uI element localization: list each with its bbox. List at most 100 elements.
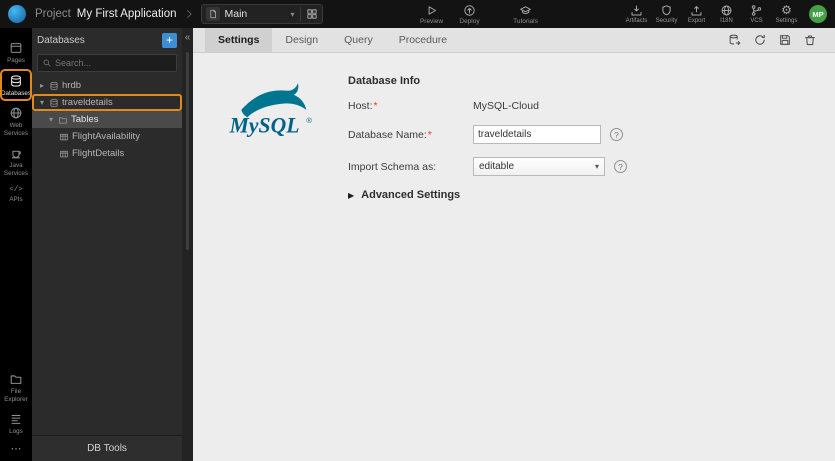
tab-actions — [728, 28, 835, 52]
topbar-actions: Preview Deploy Tutorials — [414, 4, 544, 25]
export-db-icon[interactable] — [728, 33, 742, 47]
topbar-tools: Artifacts Security Export I18N VCS ⚙ Set… — [623, 4, 827, 24]
collapse-panel-icon[interactable]: « — [182, 33, 193, 43]
shield-icon — [660, 4, 673, 17]
database-icon — [9, 74, 23, 88]
i18n-button[interactable]: I18N — [713, 4, 740, 24]
import-schema-label: Import Schema as: — [348, 160, 437, 173]
section-heading: Database Info — [348, 75, 421, 87]
help-icon[interactable]: ? — [610, 128, 623, 141]
svg-text:®: ® — [306, 116, 312, 125]
tabbar: Settings Design Query Procedure — [193, 28, 835, 53]
caret-down-icon[interactable]: ▾ — [47, 115, 55, 124]
advanced-settings-label: Advanced Settings — [361, 189, 461, 201]
scrollbar-thumb[interactable] — [186, 52, 189, 250]
panel-header: Databases + — [32, 28, 182, 53]
page-icon — [205, 7, 220, 21]
host-row: Host:* MySQL-Cloud — [348, 100, 627, 112]
save-icon[interactable] — [778, 33, 792, 47]
rail-item-pages[interactable]: Pages — [0, 36, 32, 69]
main-content: Settings Design Query Procedure MySQL ® — [193, 28, 835, 461]
tab-query[interactable]: Query — [331, 28, 386, 52]
database-settings-editor: MySQL ® Database Info Host:* MySQL-Cloud… — [193, 53, 835, 461]
caret-right-icon: ▶ — [348, 190, 355, 200]
deploy-button[interactable]: Deploy — [452, 4, 488, 25]
database-search[interactable] — [37, 54, 177, 72]
tab-procedure[interactable]: Procedure — [386, 28, 460, 52]
play-icon — [425, 4, 438, 17]
tree-item-tables[interactable]: ▾ Tables — [32, 111, 182, 128]
branch-icon — [750, 4, 763, 17]
rail-item-apis[interactable]: </> APIs — [0, 181, 32, 208]
list-icon — [9, 412, 23, 426]
chevron-down-icon: ▾ — [290, 9, 295, 19]
export-icon — [690, 4, 703, 17]
mysql-logo: MySQL ® — [229, 83, 312, 137]
svg-text:MySQL: MySQL — [229, 113, 300, 137]
tree-item-label: traveldetails — [62, 97, 113, 108]
rail-item-databases[interactable]: Databases — [0, 68, 32, 102]
page-selector[interactable]: Main ▾ — [200, 4, 323, 24]
security-button[interactable]: Security — [653, 4, 680, 24]
pages-grid-icon[interactable] — [306, 8, 318, 20]
database-name-label: Database Name:* — [348, 128, 432, 141]
code-icon: </> — [9, 186, 23, 195]
host-value: MySQL-Cloud — [473, 100, 539, 112]
caret-down-icon[interactable]: ▾ — [38, 98, 46, 107]
tab-design[interactable]: Design — [272, 28, 331, 52]
panel-title: Databases — [37, 35, 85, 46]
reimport-db-icon[interactable] — [753, 33, 767, 47]
export-button[interactable]: Export — [683, 4, 710, 24]
gear-icon: ⚙ — [781, 3, 792, 17]
tree-item-hrdb[interactable]: ▸ hrdb — [32, 77, 182, 94]
coffee-cup-icon — [9, 146, 23, 160]
body: Pages Databases Web Services Java Servic… — [0, 28, 835, 461]
rail-item-logs[interactable]: Logs — [0, 407, 32, 440]
table-icon — [59, 149, 69, 159]
tutorials-icon — [519, 4, 532, 17]
settings-button[interactable]: ⚙ Settings — [773, 3, 800, 25]
database-name-input[interactable] — [473, 125, 601, 144]
artifacts-button[interactable]: Artifacts — [623, 4, 650, 24]
more-icon[interactable]: ⋯ — [11, 440, 22, 461]
advanced-settings-toggle[interactable]: ▶ Advanced Settings — [348, 189, 627, 201]
project-name: My First Application — [76, 8, 177, 20]
database-icon — [49, 98, 59, 108]
search-icon — [42, 58, 52, 68]
globe-icon — [720, 4, 733, 17]
delete-icon[interactable] — [803, 33, 817, 47]
vcs-button[interactable]: VCS — [743, 4, 770, 24]
import-schema-select[interactable]: editable ▾ — [473, 157, 605, 176]
database-name-row: Database Name:* ? — [348, 125, 627, 144]
preview-button[interactable]: Preview — [414, 4, 450, 25]
tree-item-label: Tables — [71, 114, 99, 125]
chevron-down-icon: ▾ — [594, 162, 599, 171]
table-icon — [59, 132, 69, 142]
rail-item-java-services[interactable]: Java Services — [0, 141, 32, 181]
db-tools-button[interactable]: DB Tools — [32, 435, 182, 461]
panel-collapse-strip: « — [182, 28, 193, 461]
tree-item-flightavailability[interactable]: FlightAvailability — [32, 128, 182, 145]
database-info-form: Database Info Host:* MySQL-Cloud Databas… — [348, 71, 627, 461]
app-logo-icon[interactable] — [8, 5, 26, 23]
tutorials-button[interactable]: Tutorials — [508, 4, 544, 25]
rail-item-file-explorer[interactable]: File Explorer — [0, 367, 32, 407]
tree-item-traveldetails[interactable]: ▾ traveldetails — [32, 94, 182, 111]
required-asterisk: * — [427, 128, 432, 141]
rail-item-web-services[interactable]: Web Services — [0, 101, 32, 141]
tree-item-label: FlightDetails — [72, 148, 125, 159]
caret-right-icon[interactable]: ▸ — [38, 81, 46, 90]
search-input[interactable] — [55, 58, 172, 68]
folder-icon — [9, 372, 23, 386]
tree-item-flightdetails[interactable]: FlightDetails — [32, 145, 182, 162]
user-avatar[interactable]: MP — [809, 5, 827, 23]
topbar: Project My First Application Main ▾ Prev… — [0, 0, 835, 28]
database-icon — [49, 81, 59, 91]
add-database-button[interactable]: + — [162, 33, 177, 48]
artifacts-icon — [630, 4, 643, 17]
selected-option: editable — [479, 161, 515, 172]
help-icon[interactable]: ? — [614, 160, 627, 173]
db-vendor-logo-col: MySQL ® — [218, 71, 328, 461]
tab-settings[interactable]: Settings — [205, 28, 273, 52]
databases-panel: Databases + ▸ hrdb ▾ traveldetails ▾ Tab… — [32, 28, 182, 461]
